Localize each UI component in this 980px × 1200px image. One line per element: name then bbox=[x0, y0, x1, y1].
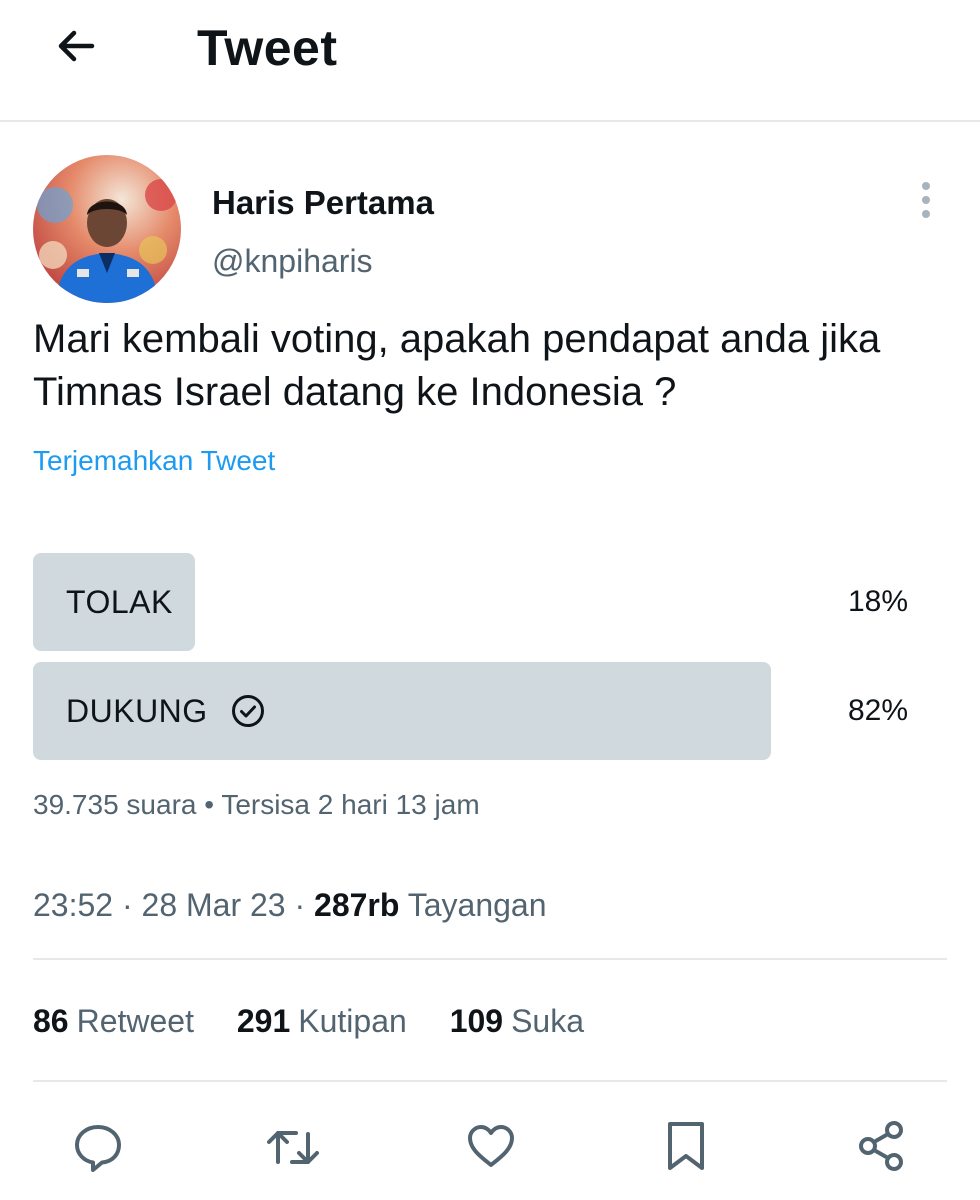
action-bar bbox=[0, 1112, 980, 1182]
arrow-left-icon bbox=[52, 22, 100, 75]
more-options-button[interactable] bbox=[910, 178, 942, 222]
share-button[interactable] bbox=[852, 1118, 912, 1178]
quotes-count: 291 bbox=[236, 1003, 291, 1039]
divider bbox=[33, 958, 947, 960]
retweets-stat[interactable]: 86 Retweet bbox=[33, 1000, 194, 1042]
likes-count: 109 bbox=[449, 1003, 504, 1039]
translate-link[interactable]: Terjemahkan Tweet bbox=[33, 442, 275, 480]
retweets-count: 86 bbox=[33, 1003, 69, 1039]
avatar[interactable] bbox=[33, 155, 181, 303]
author-name[interactable]: Haris Pertama bbox=[212, 184, 434, 222]
likes-stat[interactable]: 109 Suka bbox=[450, 1000, 584, 1042]
bookmark-icon bbox=[658, 1118, 714, 1179]
more-dot-icon bbox=[922, 182, 930, 190]
likes-label: Suka bbox=[511, 1003, 585, 1039]
divider bbox=[33, 1080, 947, 1082]
like-button[interactable] bbox=[461, 1118, 521, 1178]
timestamp-date[interactable]: 23:52 · 28 Mar 23 · bbox=[33, 887, 314, 923]
poll-meta: 39.735 suara • Tersisa 2 hari 13 jam bbox=[33, 789, 480, 820]
poll-option-dukung[interactable]: DUKUNG 82% bbox=[33, 662, 933, 760]
poll-option-label: TOLAK bbox=[66, 583, 173, 620]
quotes-label: Kutipan bbox=[298, 1003, 407, 1039]
tweet-text: Mari kembali voting, apakah pendapat and… bbox=[33, 317, 881, 414]
heart-icon bbox=[463, 1118, 519, 1179]
views-count: 287rb bbox=[314, 887, 400, 923]
tweet-timestamp: 23:52 · 28 Mar 23 · 287rb Tayangan bbox=[33, 884, 547, 926]
poll-option-tolak[interactable]: TOLAK 18% bbox=[33, 553, 933, 651]
retweet-button[interactable] bbox=[264, 1118, 324, 1178]
more-dot-icon bbox=[922, 210, 930, 218]
reply-icon bbox=[70, 1118, 126, 1179]
views-label: Tayangan bbox=[399, 887, 547, 923]
check-circle-icon bbox=[230, 693, 266, 729]
share-icon bbox=[854, 1118, 910, 1179]
engagement-stats: 86 Retweet 291 Kutipan 109 Suka bbox=[33, 1000, 618, 1042]
top-bar: Tweet bbox=[0, 0, 980, 122]
more-dot-icon bbox=[922, 196, 930, 204]
quotes-stat[interactable]: 291 Kutipan bbox=[237, 1000, 407, 1042]
retweet-icon bbox=[264, 1118, 324, 1179]
poll-option-label: DUKUNG bbox=[66, 692, 208, 729]
retweets-label: Retweet bbox=[76, 1003, 194, 1039]
page-title: Tweet bbox=[197, 20, 338, 76]
author-handle[interactable]: @knpiharis bbox=[212, 242, 373, 280]
back-button[interactable] bbox=[48, 20, 104, 76]
poll-option-percent: 18% bbox=[847, 585, 908, 618]
poll-option-percent: 82% bbox=[847, 694, 908, 727]
reply-button[interactable] bbox=[68, 1118, 128, 1178]
bookmark-button[interactable] bbox=[656, 1118, 716, 1178]
